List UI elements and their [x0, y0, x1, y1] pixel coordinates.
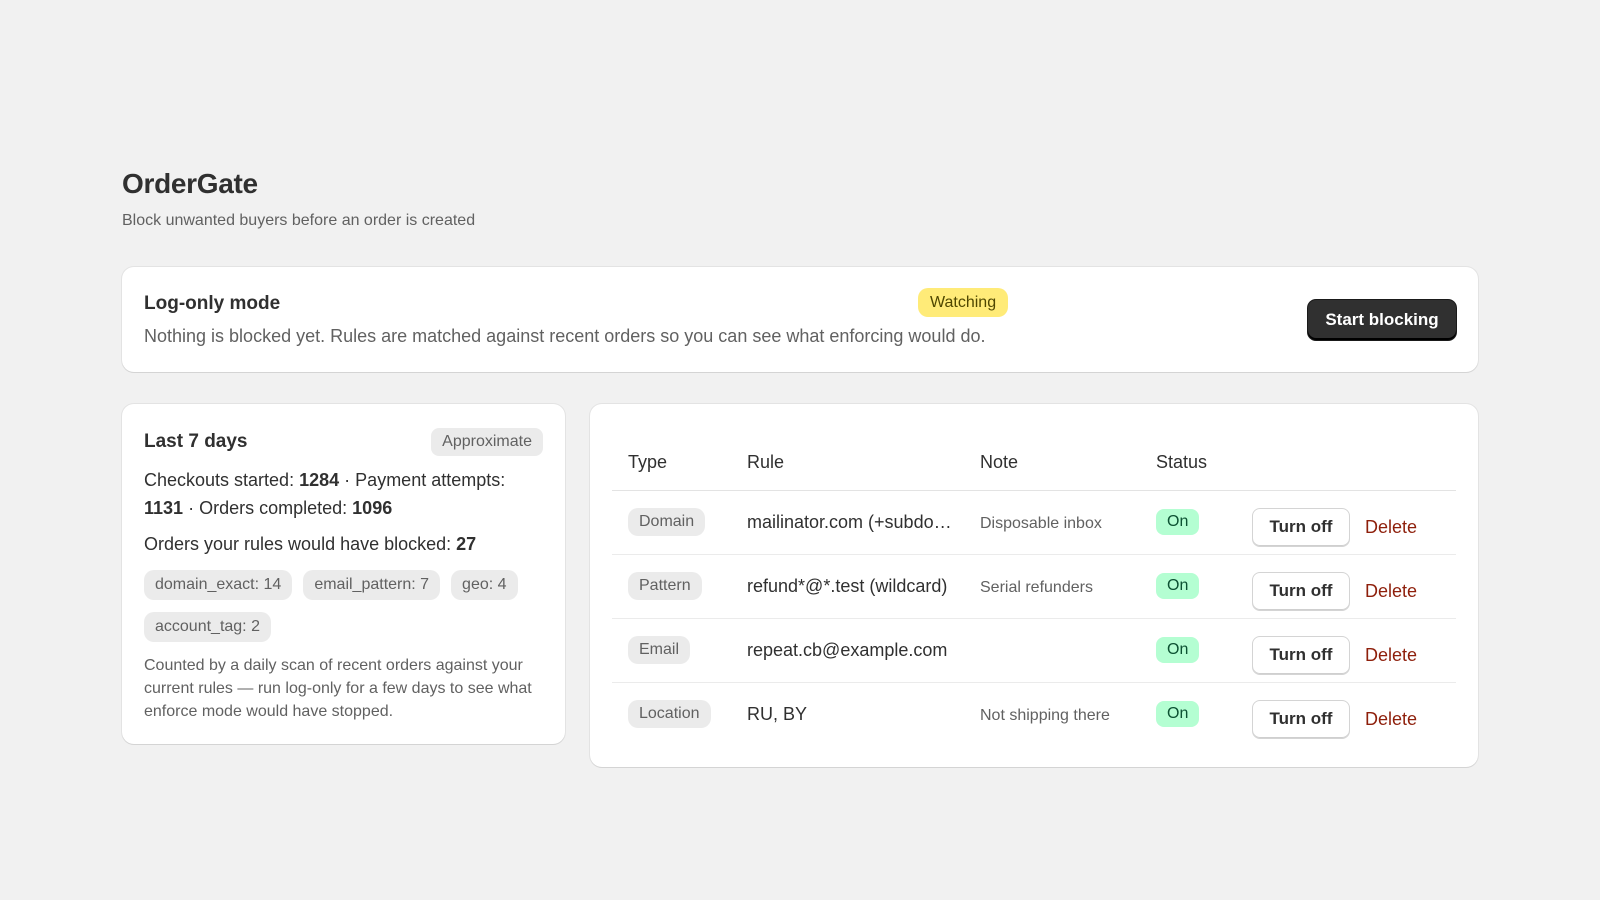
- page-title: OrderGate: [122, 168, 258, 199]
- type-pill: Pattern: [628, 572, 702, 600]
- delete-link[interactable]: Delete: [1365, 709, 1417, 730]
- separator: ·: [344, 470, 351, 490]
- delete-link[interactable]: Delete: [1365, 517, 1417, 538]
- type-pill: Location: [628, 700, 711, 729]
- start-blocking-button[interactable]: Start blocking: [1308, 300, 1456, 340]
- table-row: Domain mailinator.com (+subdomains) Disp…: [612, 490, 1456, 555]
- status-badge: On: [1156, 509, 1200, 535]
- tag-domain-exact: domain_exact: 14: [144, 570, 293, 600]
- approximate-badge: Approximate: [431, 428, 543, 456]
- funnel-stats: Checkouts started: 1284 · Payment attemp…: [144, 466, 543, 522]
- payments-value: 1131: [144, 498, 184, 518]
- table-header-row: Type Rule Note Status: [612, 426, 1456, 491]
- turn-off-button[interactable]: Turn off: [1252, 571, 1350, 611]
- rule-note: Not shipping there: [980, 706, 1110, 724]
- delete-link[interactable]: Delete: [1365, 581, 1417, 602]
- tag-account-tag: account_tag: 2: [144, 612, 271, 642]
- column-header-type: Type: [612, 426, 731, 491]
- rule-text: refund*@*.test (wildcard): [747, 575, 948, 596]
- blocked-label: Orders your rules would have blocked:: [144, 534, 452, 554]
- table-row: Email repeat.cb@example.com On Turn off …: [612, 618, 1456, 683]
- stats-card: Last 7 days Approximate Checkouts starte…: [122, 404, 565, 744]
- rule-text: repeat.cb@example.com: [747, 639, 948, 660]
- table-row: Pattern refund*@*.test (wildcard) Serial…: [612, 554, 1456, 619]
- turn-off-button[interactable]: Turn off: [1252, 635, 1350, 675]
- page-subtitle: Block unwanted buyers before an order is…: [122, 212, 476, 229]
- column-header-actions: [1218, 426, 1456, 491]
- turn-off-button[interactable]: Turn off: [1252, 699, 1350, 739]
- table-row: Location RU, BY Not shipping there On Tu…: [612, 682, 1456, 746]
- status-badge: On: [1156, 573, 1200, 599]
- status-badge: On: [1156, 701, 1200, 728]
- delete-link[interactable]: Delete: [1365, 645, 1417, 666]
- column-header-status: Status: [1140, 426, 1218, 491]
- checkouts-value: 1284: [299, 470, 340, 490]
- mode-title: Log-only mode: [144, 293, 281, 314]
- column-header-note: Note: [964, 426, 1140, 491]
- orders-value: 1096: [352, 498, 393, 518]
- mode-card: Log-only mode Watching Nothing is blocke…: [122, 267, 1478, 372]
- rule-note: Disposable inbox: [980, 514, 1102, 532]
- tag-geo: geo: 4: [451, 570, 518, 600]
- rules-card: Type Rule Note Status Domain mailinator.…: [590, 404, 1478, 767]
- separator: ·: [188, 498, 195, 518]
- column-header-rule: Rule: [731, 426, 964, 491]
- type-pill: Domain: [628, 508, 706, 536]
- turn-off-button[interactable]: Turn off: [1252, 507, 1350, 547]
- blocked-stat: Orders your rules would have blocked: 27: [144, 534, 543, 555]
- checkouts-label: Checkouts started:: [144, 470, 295, 490]
- mode-description: Nothing is blocked yet. Rules are matche…: [144, 326, 986, 346]
- rules-table: Type Rule Note Status Domain mailinator.…: [612, 426, 1456, 746]
- type-pill: Email: [628, 636, 691, 664]
- orders-label: Orders completed:: [199, 498, 348, 518]
- rule-note: Serial refunders: [980, 578, 1093, 596]
- tag-email-pattern: email_pattern: 7: [303, 570, 441, 600]
- stats-title: Last 7 days: [144, 431, 248, 452]
- stats-header: Last 7 days Approximate: [144, 428, 543, 456]
- stats-note: Counted by a daily scan of recent orders…: [144, 657, 532, 720]
- status-badge: On: [1156, 637, 1200, 663]
- payments-label: Payment attempts:: [355, 470, 506, 490]
- rule-text: mailinator.com (+subdomains): [747, 511, 959, 532]
- rule-type-tags: domain_exact: 14 email_pattern: 7 geo: 4…: [144, 570, 543, 642]
- blocked-value: 27: [456, 534, 477, 554]
- watching-badge: Watching: [918, 288, 1009, 317]
- rule-text: RU, BY: [747, 704, 808, 725]
- page: OrderGate Block unwanted buyers before a…: [122, 168, 1478, 767]
